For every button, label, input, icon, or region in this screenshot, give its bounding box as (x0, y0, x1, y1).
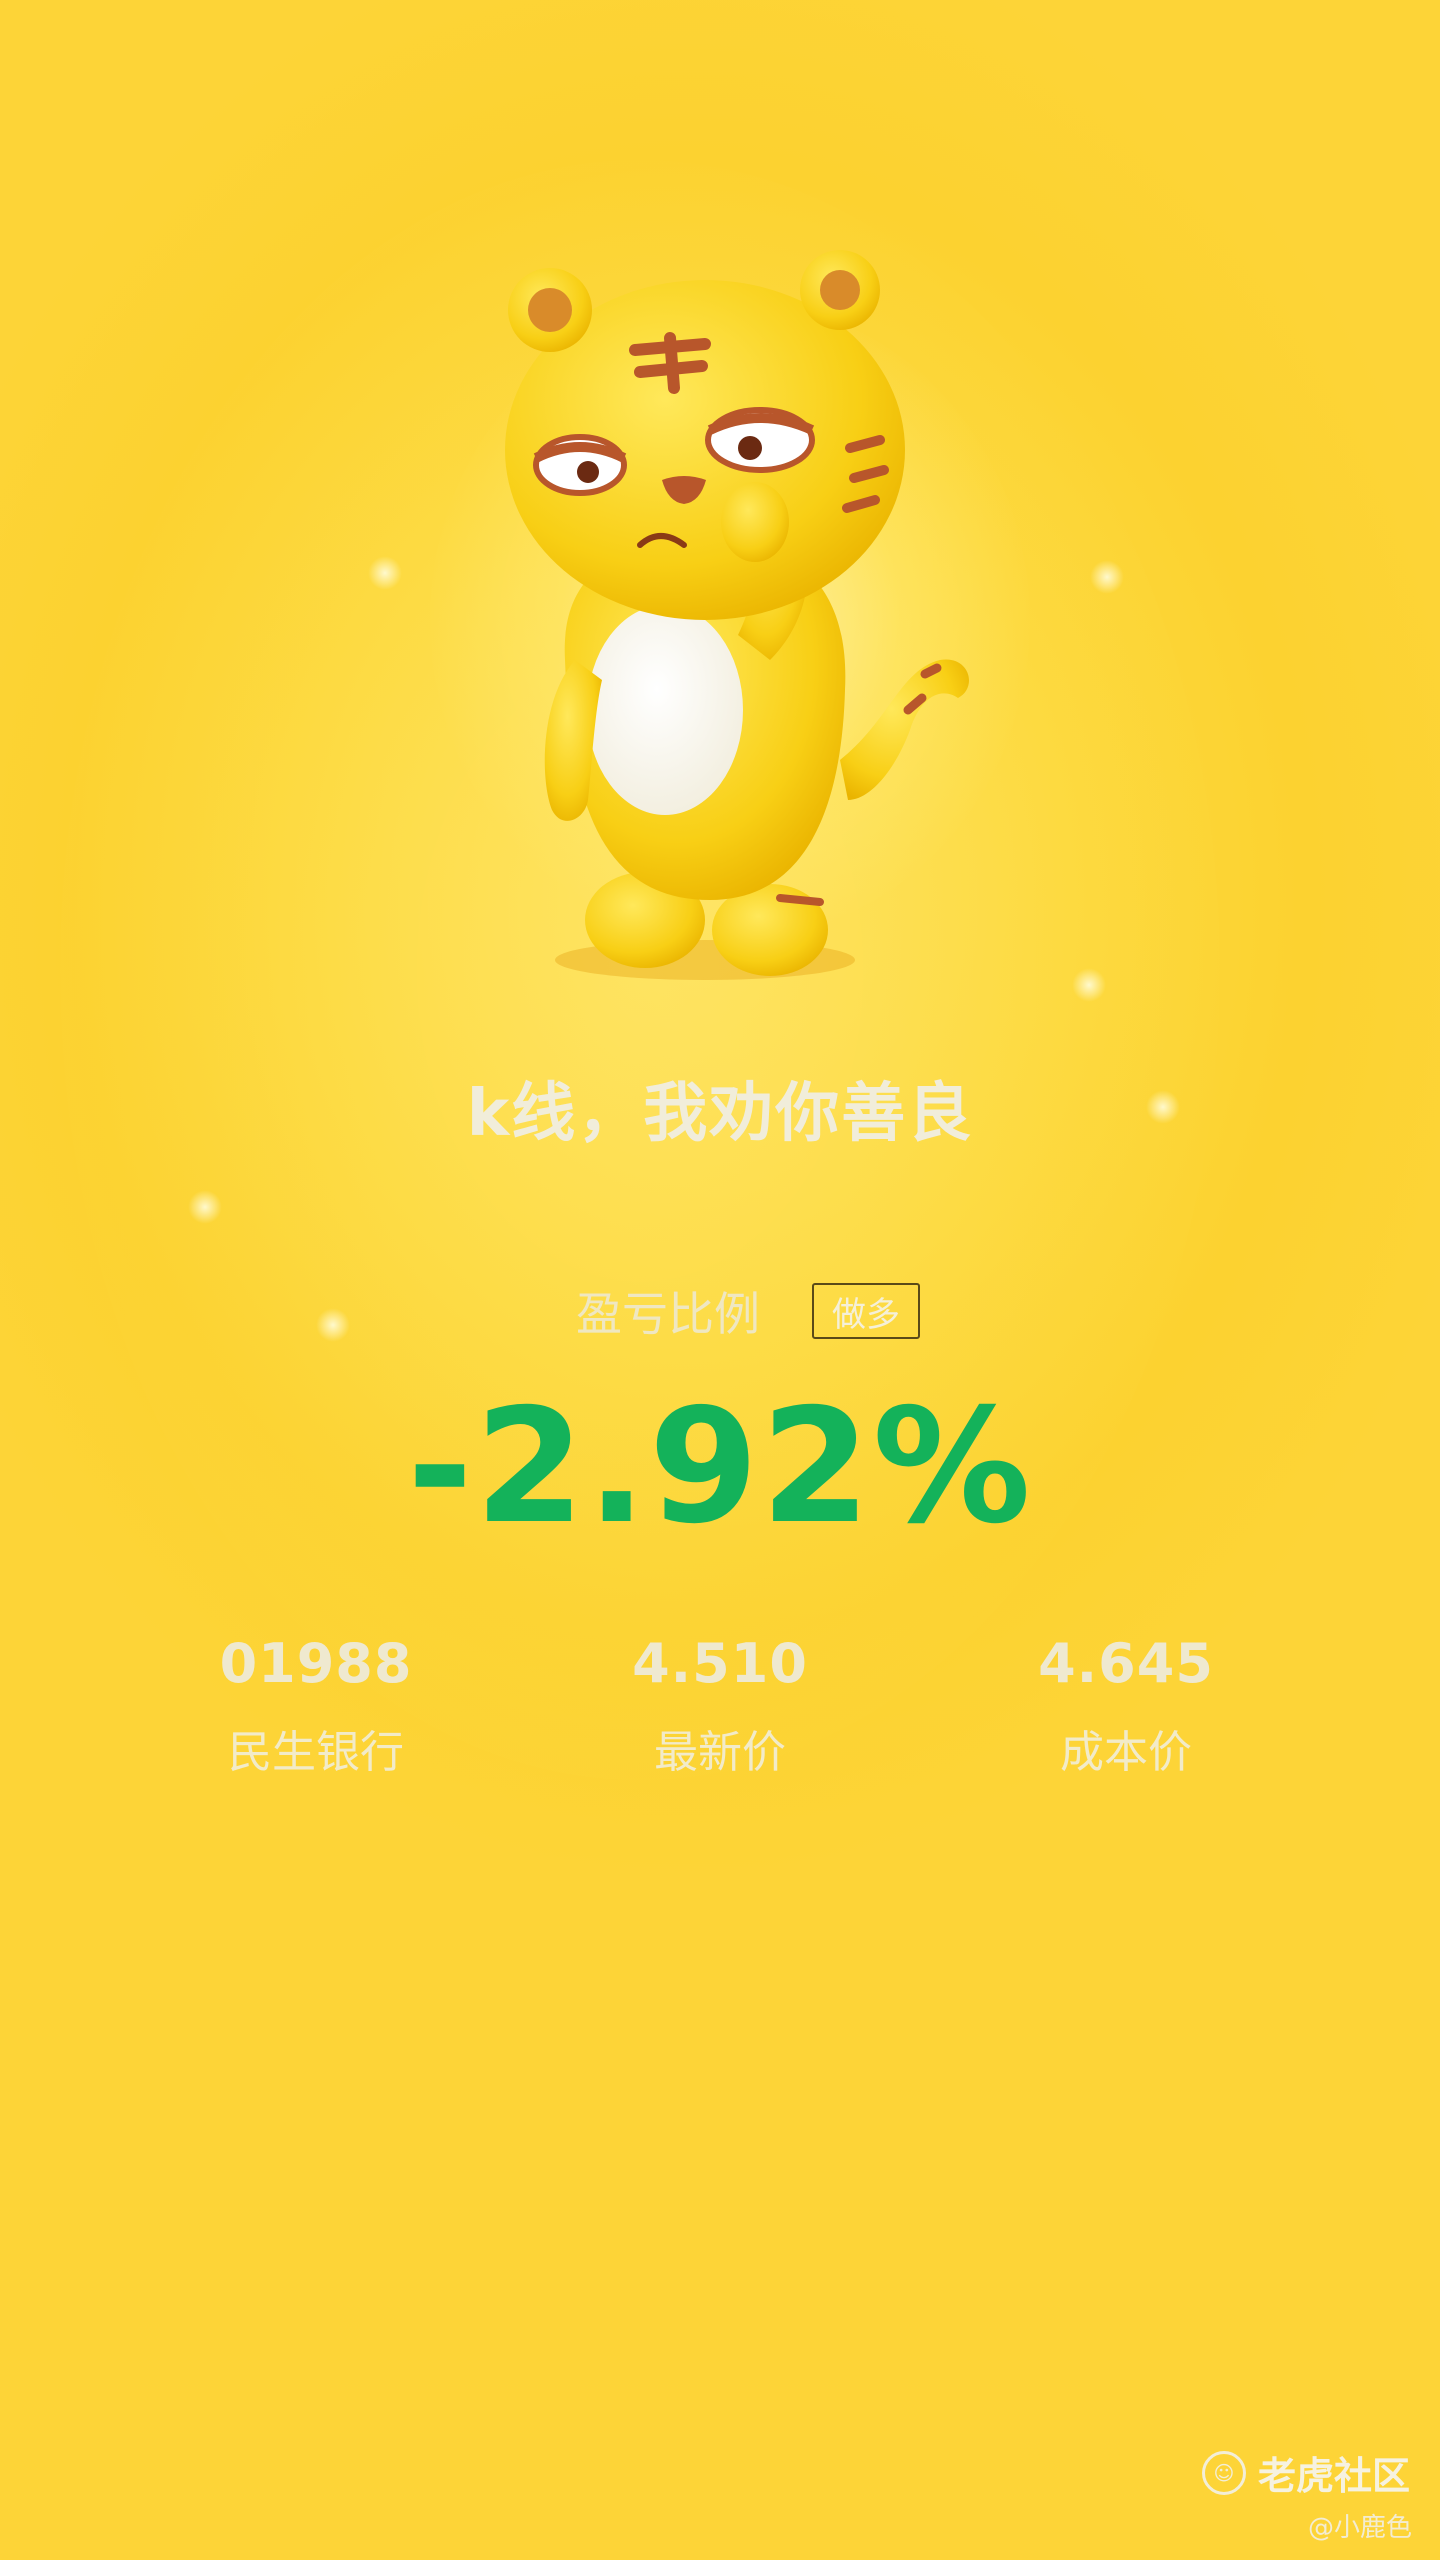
stock-stats: 01988 民生银行 4.510 最新价 4.645 成本价 (0, 1632, 1440, 1792)
sparkle (1090, 560, 1124, 594)
cost-price-value: 4.645 (1038, 1632, 1214, 1695)
sparkle (368, 556, 402, 590)
pnl-ratio-label: 盈亏比例 (576, 1287, 760, 1341)
tiger-logo-icon: ☺ (1201, 2450, 1246, 2495)
brand-name: 老虎社区 (1257, 2454, 1410, 2498)
stat-stock-code: 01988 民生银行 (186, 1632, 446, 1780)
sparkle (1072, 968, 1106, 1002)
stat-cost-price: 4.645 成本价 (996, 1632, 1256, 1780)
sparkle (188, 1190, 222, 1224)
latest-price-label: 最新价 (654, 1727, 786, 1778)
latest-price-value: 4.510 (632, 1632, 808, 1695)
pnl-ratio-value: -2.92% (407, 1375, 1033, 1559)
stock-name-label: 民生银行 (228, 1727, 404, 1778)
stock-code-value: 01988 (219, 1632, 413, 1695)
pnl-ratio-header: 盈亏比例 做多 (0, 1278, 1440, 1344)
slogan-title: k线，我劝你善良 (466, 1077, 974, 1151)
stat-latest-price: 4.510 最新价 (590, 1632, 850, 1780)
tiger-mascot-icon (470, 240, 990, 1000)
position-direction-tag: 做多 (812, 1283, 920, 1339)
cost-price-label: 成本价 (1060, 1727, 1192, 1778)
brand-watermark: ☺ 老虎社区 (1201, 2445, 1410, 2500)
author-credit: @小鹿色 (1307, 2513, 1412, 2543)
